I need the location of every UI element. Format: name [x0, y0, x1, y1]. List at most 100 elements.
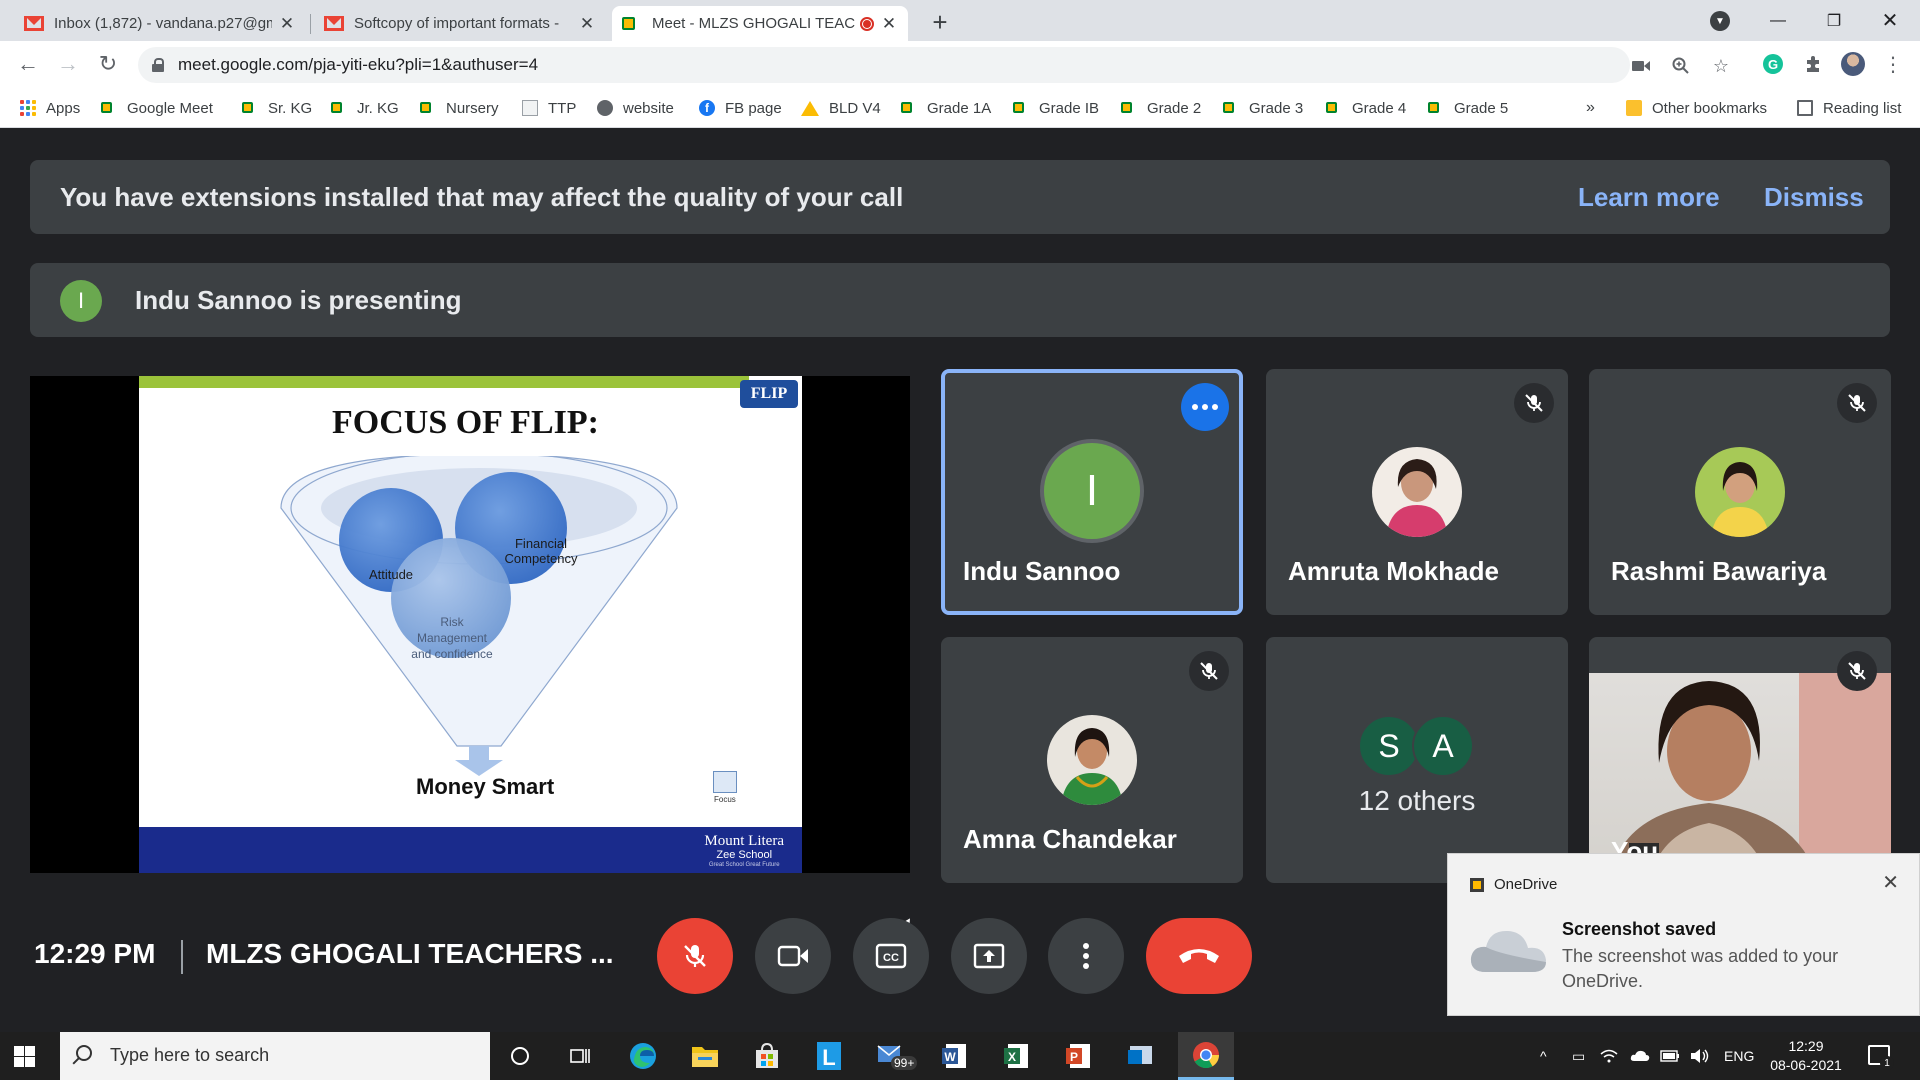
leave-call-button[interactable]: [1146, 918, 1252, 994]
grammarly-icon[interactable]: G: [1760, 51, 1786, 77]
bookmark-label: BLD V4: [829, 99, 881, 117]
file-explorer-icon[interactable]: [687, 1038, 723, 1074]
bookmark-bld-v4[interactable]: BLD V4: [801, 98, 881, 118]
reading-list[interactable]: Reading list: [1797, 98, 1901, 118]
wifi-icon[interactable]: [1600, 1032, 1618, 1080]
tab-strip: Inbox (1,872) - vandana.p27@gm ✕ Softcop…: [0, 0, 1920, 41]
bookmark-label: FB page: [725, 99, 782, 117]
battery-icon[interactable]: [1660, 1032, 1680, 1080]
notification-center-icon[interactable]: 1: [1868, 1045, 1894, 1070]
presenting-text: Indu Sannoo is presenting: [135, 285, 462, 315]
participant-tile-amna-chandekar[interactable]: Amna Chandekar: [941, 637, 1243, 883]
show-hidden-icons[interactable]: ^: [1540, 1032, 1547, 1080]
meeting-time: 12:29 PM: [34, 938, 156, 969]
lync-icon[interactable]: L: [811, 1038, 847, 1074]
close-icon[interactable]: ✕: [578, 14, 596, 34]
bookmark-label: Sr. KG: [268, 99, 313, 117]
participant-tile-indu-sannoo[interactable]: I Indu Sannoo: [941, 369, 1243, 615]
participant-tile-amruta-mokhade[interactable]: Amruta Mokhade: [1266, 369, 1568, 615]
bookmark-label: Grade 5: [1454, 99, 1509, 117]
bookmark-grade-3[interactable]: Grade 3: [1223, 98, 1303, 118]
powerpoint-icon[interactable]: P: [1060, 1038, 1096, 1074]
bookmark-star-icon[interactable]: ☆: [1710, 55, 1732, 77]
recording-icon: [860, 16, 874, 31]
close-icon[interactable]: ✕: [880, 14, 898, 34]
windows-start-icon[interactable]: [14, 1046, 35, 1067]
tab-search-icon[interactable]: ▼: [1710, 11, 1730, 31]
address-bar[interactable]: meet.google.com/pja-yiti-eku?pli=1&authu…: [138, 47, 1729, 83]
onedrive-tray-icon[interactable]: [1630, 1032, 1650, 1080]
bookmark-grade-5[interactable]: Grade 5: [1428, 98, 1508, 118]
tab-meet[interactable]: Meet - MLZS GHOGALI TEAC ✕: [612, 6, 908, 41]
bookmark-grade-ib[interactable]: Grade IB: [1013, 98, 1099, 118]
bookmark-sr-kg[interactable]: Sr. KG: [242, 98, 312, 118]
language-indicator[interactable]: ENG: [1724, 1032, 1754, 1080]
meet-icon: [420, 100, 436, 116]
close-icon[interactable]: ✕: [278, 14, 296, 34]
cortana-icon[interactable]: [502, 1038, 538, 1074]
camera-icon[interactable]: [1630, 55, 1652, 77]
edge-icon[interactable]: [625, 1038, 661, 1074]
forward-button[interactable]: →: [54, 50, 82, 78]
meet-icon: [1223, 100, 1239, 116]
tab-gmail-softcopy[interactable]: Softcopy of important formats - ✕: [314, 6, 606, 41]
participant-tile-rashmi-bawariya[interactable]: Rashmi Bawariya: [1589, 369, 1891, 615]
avatar: I: [60, 280, 102, 322]
reload-button[interactable]: ↻: [94, 50, 122, 78]
bookmark-nursery[interactable]: Nursery: [420, 98, 499, 118]
outlook-icon[interactable]: [1122, 1038, 1158, 1074]
slide-bottom-label: Money Smart: [416, 774, 555, 799]
new-tab-button[interactable]: +: [925, 7, 955, 38]
captions-button[interactable]: CC: [853, 918, 929, 994]
bookmarks-overflow-button[interactable]: »: [1586, 98, 1595, 118]
learn-more-link[interactable]: Learn more: [1578, 182, 1720, 213]
minimize-button[interactable]: —: [1750, 0, 1806, 41]
bookmark-grade-2[interactable]: Grade 2: [1121, 98, 1201, 118]
tab-gmail-inbox[interactable]: Inbox (1,872) - vandana.p27@gm ✕: [14, 6, 306, 41]
bookmark-google-meet[interactable]: Google Meet: [101, 98, 213, 118]
bookmark-grade-1a[interactable]: Grade 1A: [901, 98, 991, 118]
menu-icon[interactable]: ⋮: [1880, 51, 1906, 77]
tray-device-icon[interactable]: ▭: [1572, 1032, 1585, 1080]
microphone-toggle-button[interactable]: [657, 918, 733, 994]
restore-button[interactable]: ❐: [1806, 0, 1862, 41]
bookmark-grade-4[interactable]: Grade 4: [1326, 98, 1406, 118]
zoom-icon[interactable]: [1670, 55, 1692, 77]
window-close-button[interactable]: ✕: [1862, 0, 1918, 41]
mail-badge: 99+: [891, 1056, 918, 1070]
bookmark-website[interactable]: website: [597, 98, 674, 118]
store-icon[interactable]: [749, 1038, 785, 1074]
participant-tile-you[interactable]: You: [1589, 637, 1891, 883]
lock-icon[interactable]: [152, 58, 164, 72]
shared-screen[interactable]: FLIP FOCUS OF FLIP: Financial Competency…: [30, 376, 913, 928]
meet-icon: [1013, 100, 1029, 116]
extensions-icon[interactable]: [1800, 51, 1826, 77]
bookmark-apps[interactable]: Apps: [20, 98, 80, 118]
bookmark-ttp[interactable]: TTP: [522, 98, 576, 118]
system-clock[interactable]: 12:29 08-06-2021: [1770, 1037, 1842, 1075]
mail-icon[interactable]: 99+: [875, 1038, 918, 1074]
present-now-button[interactable]: [951, 918, 1027, 994]
word-icon[interactable]: W: [936, 1038, 972, 1074]
taskbar-search-input[interactable]: Type here to search: [60, 1032, 490, 1080]
onedrive-notification[interactable]: OneDrive ✕ Screenshot saved The screensh…: [1447, 853, 1920, 1016]
other-bookmarks[interactable]: Other bookmarks: [1626, 98, 1767, 118]
camera-icon: [777, 945, 808, 967]
close-icon[interactable]: ✕: [1882, 870, 1899, 895]
back-button[interactable]: ←: [14, 50, 42, 78]
svg-text:W: W: [944, 1050, 956, 1064]
url-text[interactable]: meet.google.com/pja-yiti-eku?pli=1&authu…: [178, 55, 538, 75]
dismiss-button[interactable]: Dismiss: [1764, 182, 1864, 213]
chrome-icon[interactable]: [1178, 1032, 1234, 1080]
excel-icon[interactable]: X: [998, 1038, 1034, 1074]
task-view-icon[interactable]: [562, 1038, 598, 1074]
bookmark-fb-page[interactable]: f FB page: [699, 98, 782, 118]
more-options-button[interactable]: [1048, 918, 1124, 994]
bookmark-jr-kg[interactable]: Jr. KG: [331, 98, 399, 118]
participant-tile-others[interactable]: S A 12 others: [1266, 637, 1568, 883]
svg-text:L: L: [822, 1045, 835, 1070]
profile-avatar[interactable]: [1840, 51, 1866, 77]
camera-toggle-button[interactable]: [755, 918, 831, 994]
volume-icon[interactable]: [1690, 1032, 1710, 1080]
more-options-icon[interactable]: [1181, 383, 1229, 431]
